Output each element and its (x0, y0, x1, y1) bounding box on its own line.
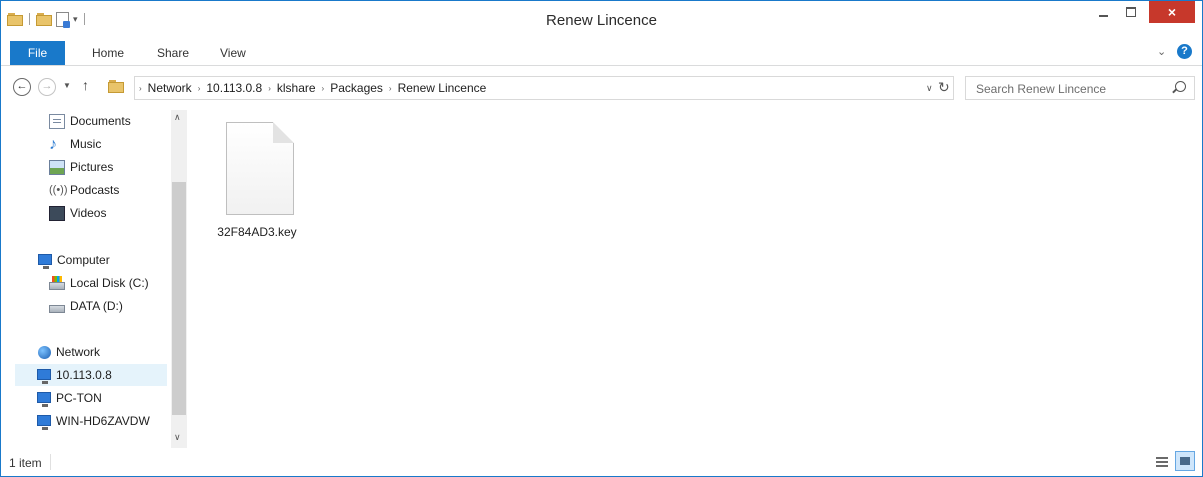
breadcrumb-packages[interactable]: Packages (330, 81, 383, 95)
breadcrumb-network[interactable]: Network (148, 81, 192, 95)
nav-item-podcasts[interactable]: ((•)) Podcasts (49, 179, 119, 201)
computer-icon (37, 391, 51, 407)
breadcrumb-current[interactable]: Renew Lincence (398, 81, 487, 95)
videos-icon (49, 205, 65, 221)
help-icon[interactable]: ? (1177, 44, 1192, 59)
address-dropdown-icon[interactable]: ∨ (926, 83, 933, 94)
breadcrumb-host[interactable]: 10.113.0.8 (206, 81, 262, 95)
scroll-down-icon[interactable]: ∨ (174, 432, 181, 443)
address-row: ← → ▼ ↑ › Network › 10.113.0.8 › klshare… (1, 66, 1202, 110)
scroll-up-icon[interactable]: ∧ (174, 112, 181, 123)
computer-icon (38, 253, 52, 269)
nav-item-local-disk[interactable]: Local Disk (C:) (49, 272, 149, 294)
minimize-button[interactable] (1090, 1, 1116, 23)
nav-item-label: Network (56, 345, 101, 359)
back-button[interactable]: ← (13, 78, 31, 96)
network-icon (38, 345, 51, 359)
address-bar[interactable]: › Network › 10.113.0.8 › klshare › Packa… (134, 76, 954, 100)
nav-item-label: PC-TON (56, 391, 102, 405)
navigation-pane: Documents ♪ Music Pictures ((•)) Podcast… (1, 110, 187, 448)
ribbon-tabs: File Home Share View ⌄ ? (1, 39, 1202, 66)
nav-item-pictures[interactable]: Pictures (49, 156, 113, 178)
forward-button[interactable]: → (38, 78, 56, 96)
nav-item-label: Documents (70, 114, 131, 128)
nav-item-videos[interactable]: Videos (49, 202, 106, 224)
file-icon (222, 122, 294, 216)
status-divider (50, 454, 51, 470)
expand-ribbon-icon[interactable]: ⌄ (1157, 45, 1166, 58)
window-title: Renew Lincence (546, 12, 657, 29)
large-icons-view-icon[interactable] (1175, 451, 1195, 471)
title-bar[interactable]: ▾ Renew Lincence × (1, 1, 1202, 39)
nav-item-label: Music (70, 137, 102, 151)
file-list[interactable]: 32F84AD3.key (187, 110, 1202, 448)
nav-item-label: Podcasts (70, 183, 120, 197)
nav-item-label: 10.113.0.8 (56, 368, 112, 382)
tab-file[interactable]: File (10, 41, 65, 65)
breadcrumb: › Network › 10.113.0.8 › klshare › Packa… (139, 81, 486, 95)
pictures-icon (49, 159, 65, 175)
documents-icon (49, 113, 65, 129)
nav-item-pc-ton[interactable]: PC-TON (37, 387, 102, 409)
nav-item-label: Local Disk (C:) (70, 276, 149, 290)
nav-item-music[interactable]: ♪ Music (49, 133, 101, 155)
breadcrumb-separator[interactable]: › (198, 84, 201, 93)
file-item[interactable]: 32F84AD3.key (217, 122, 297, 239)
nav-item-data-drive[interactable]: DATA (D:) (49, 295, 123, 317)
breadcrumb-share[interactable]: klshare (277, 81, 316, 95)
podcasts-icon: ((•)) (49, 183, 68, 196)
status-bar: 1 item (1, 448, 1202, 476)
maximize-button[interactable] (1118, 1, 1144, 23)
nav-item-label: Pictures (70, 160, 114, 174)
computer-icon (37, 414, 51, 430)
nav-item-host-selected[interactable]: 10.113.0.8 (15, 364, 167, 386)
folder-icon (108, 80, 124, 93)
nav-item-network[interactable]: Network (38, 341, 100, 363)
computer-icon (37, 368, 51, 384)
details-view-icon[interactable] (1153, 453, 1171, 471)
tab-view[interactable]: View (220, 41, 246, 65)
refresh-icon[interactable]: ↻ (938, 79, 950, 96)
breadcrumb-separator[interactable]: › (389, 84, 392, 93)
nav-item-label: DATA (D:) (70, 299, 123, 313)
nav-item-label: Videos (70, 206, 107, 220)
nav-item-label: WIN-HD6ZAVDW (56, 414, 150, 428)
scrollbar-thumb[interactable] (172, 182, 186, 415)
local-disk-icon (49, 275, 65, 290)
explorer-window: ▾ Renew Lincence × File Home Share View … (0, 0, 1203, 477)
breadcrumb-separator[interactable]: › (322, 84, 325, 93)
item-count: 1 item (9, 456, 42, 470)
close-button[interactable]: × (1149, 1, 1195, 23)
nav-item-label: Computer (57, 253, 110, 267)
tab-home[interactable]: Home (92, 41, 124, 65)
nav-scrollbar[interactable]: ∧ ∨ (171, 110, 187, 448)
nav-item-computer[interactable]: Computer (38, 249, 110, 271)
recent-locations-icon[interactable]: ▼ (63, 81, 71, 90)
search-placeholder: Search Renew Lincence (976, 82, 1107, 96)
search-input[interactable]: Search Renew Lincence (965, 76, 1195, 100)
up-button[interactable]: ↑ (82, 77, 89, 93)
search-icon[interactable] (1175, 81, 1186, 92)
nav-item-documents[interactable]: Documents (49, 110, 131, 132)
music-icon: ♪ (49, 135, 57, 153)
nav-item-win-host[interactable]: WIN-HD6ZAVDW (37, 410, 169, 432)
tab-share[interactable]: Share (157, 41, 189, 65)
drive-icon (49, 304, 65, 313)
breadcrumb-separator[interactable]: › (139, 84, 142, 93)
breadcrumb-separator[interactable]: › (268, 84, 271, 93)
file-name: 32F84AD3.key (217, 225, 297, 239)
